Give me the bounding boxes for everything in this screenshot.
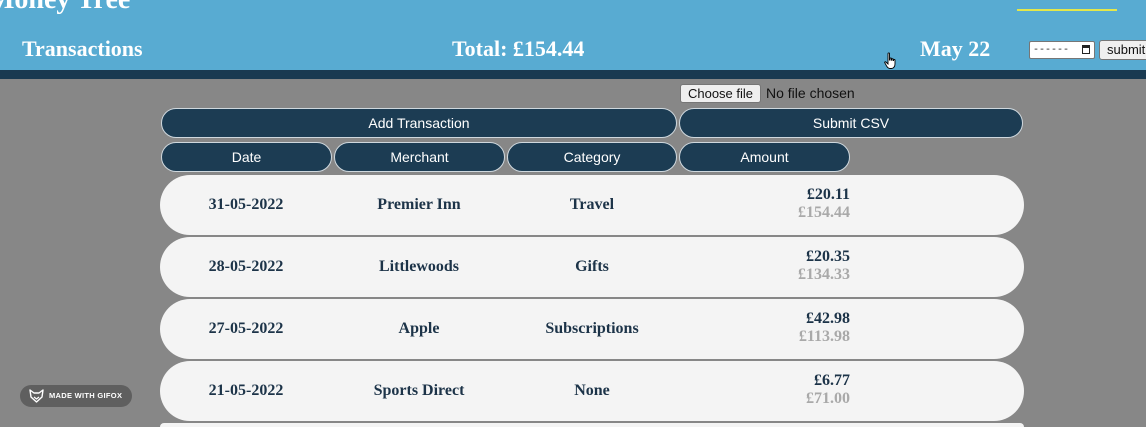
row-amount: £20.11 [806, 186, 850, 203]
transaction-row[interactable]: 21-05-2022 Sports Direct None £6.77 £71.… [160, 361, 1024, 421]
transaction-row[interactable]: 31-05-2022 Premier Inn Travel £20.11 £15… [160, 175, 1024, 235]
header-divider [0, 70, 1146, 79]
month-label: May 22 [920, 36, 991, 61]
row-merchant: Sports Direct [373, 382, 465, 399]
sort-category-button[interactable]: Category [507, 142, 677, 172]
sort-date-button[interactable]: Date [161, 142, 332, 172]
section-title: Transactions [22, 36, 143, 61]
transaction-row[interactable]: 28-05-2022 Littlewoods Gifts £20.35 £134… [160, 237, 1024, 297]
row-merchant: Premier Inn [377, 196, 461, 213]
fox-logo-icon [29, 389, 44, 403]
row-merchant: Apple [398, 320, 440, 337]
row-amount: £20.35 [806, 248, 850, 265]
row-running-total: £113.98 [798, 328, 850, 345]
file-status: No file chosen [766, 85, 855, 101]
row-date: 31-05-2022 [208, 196, 284, 213]
transaction-row[interactable] [160, 423, 1024, 427]
row-date: 21-05-2022 [208, 382, 284, 399]
row-category: Subscriptions [545, 320, 639, 337]
add-transaction-button[interactable]: Add Transaction [161, 108, 677, 138]
submit-csv-button[interactable]: Submit CSV [679, 108, 1023, 138]
row-category: None [574, 382, 610, 399]
row-category: Travel [569, 196, 615, 213]
row-amount: £6.77 [814, 372, 850, 389]
calendar-icon[interactable] [1082, 45, 1090, 54]
row-merchant: Littlewoods [379, 258, 459, 275]
choose-file-button[interactable]: Choose file [680, 84, 761, 103]
sort-merchant-button[interactable]: Merchant [334, 142, 505, 172]
row-date: 27-05-2022 [208, 320, 284, 337]
submit-button[interactable]: submit [1099, 40, 1146, 60]
row-date: 28-05-2022 [208, 258, 284, 275]
watermark-text: MADE WITH GIFOX [49, 391, 123, 400]
app-header: Money Tree Transactions Total: £154.44 M… [0, 0, 1146, 70]
gifox-watermark: MADE WITH GIFOX [20, 385, 132, 407]
sort-amount-button[interactable]: Amount [679, 142, 850, 172]
app-title: Money Tree [0, 0, 130, 16]
row-running-total: £134.33 [798, 266, 850, 283]
row-amount: £42.98 [806, 310, 850, 327]
hand-pointer-icon [884, 52, 898, 75]
row-running-total: £154.44 [798, 204, 850, 221]
transaction-row[interactable]: 27-05-2022 Apple Subscriptions £42.98 £1… [160, 299, 1024, 359]
nav-underline [1017, 9, 1117, 11]
month-date-input[interactable]: ------ [1029, 41, 1095, 59]
total-label: Total: £154.44 [452, 36, 585, 61]
date-placeholder: ------ [1033, 44, 1070, 56]
row-category: Gifts [575, 258, 609, 275]
row-running-total: £71.00 [806, 390, 850, 407]
